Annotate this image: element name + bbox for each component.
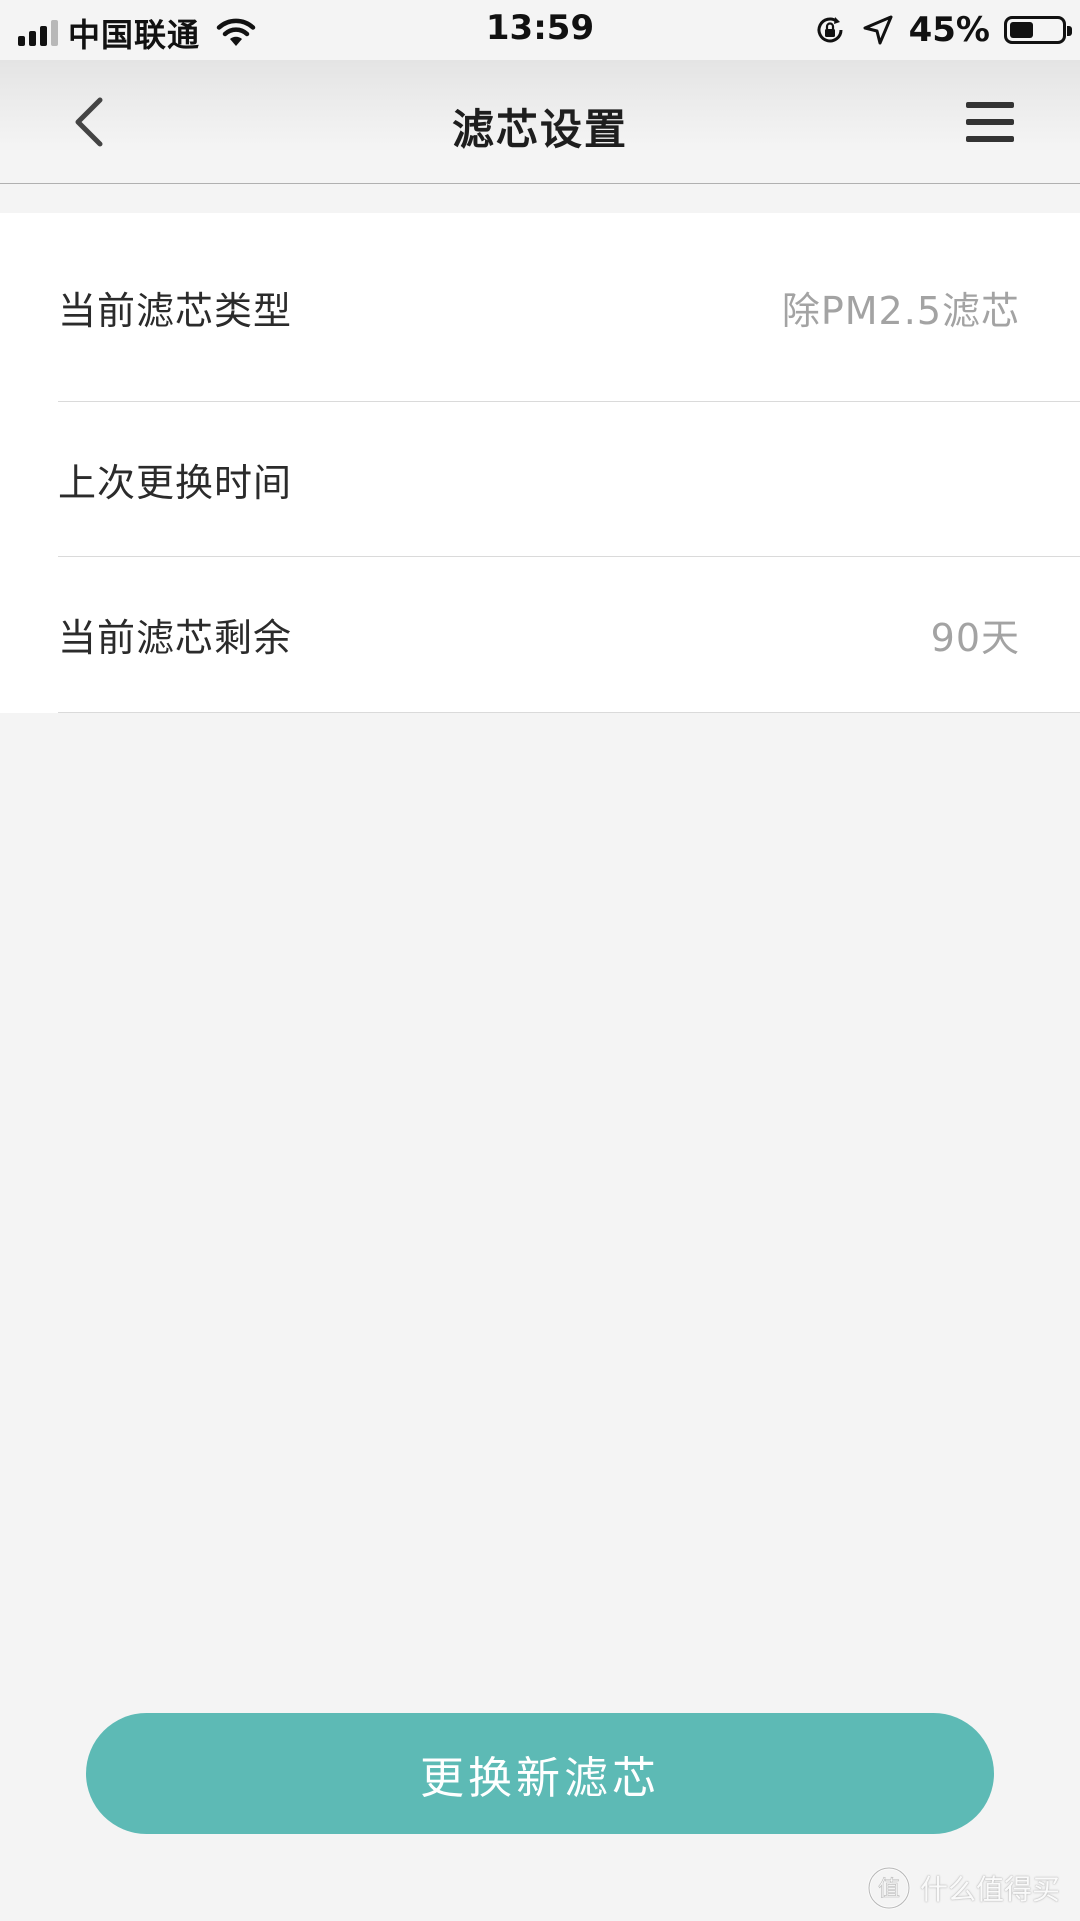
watermark-logo-icon: 值 <box>867 1866 911 1910</box>
status-bar: 中国联通 13:59 45% <box>0 0 1080 60</box>
watermark: 值 什么值得买 <box>866 1865 1060 1911</box>
battery-icon <box>1004 16 1072 44</box>
filter-type-row: 当前滤芯类型 除PM2.5滤芯 <box>58 213 1080 402</box>
filter-remaining-label: 当前滤芯剩余 <box>58 616 293 660</box>
rotation-lock-icon <box>817 17 843 43</box>
last-replaced-row: 上次更换时间 <box>58 402 1080 557</box>
svg-text:值: 值 <box>878 1877 900 1902</box>
battery-fill <box>1010 22 1033 38</box>
hamburger-menu-icon[interactable] <box>966 100 1014 144</box>
filter-type-value: 除PM2.5滤芯 <box>781 288 1020 333</box>
page-title: 滤芯设置 <box>451 105 628 154</box>
replace-filter-button[interactable]: 更换新滤芯 <box>86 1713 994 1834</box>
filter-remaining-value: 90天 <box>930 616 1020 660</box>
last-replaced-label: 上次更换时间 <box>58 460 293 505</box>
filter-settings-list: 当前滤芯类型 除PM2.5滤芯 上次更换时间 当前滤芯剩余 90天 <box>0 213 1080 713</box>
filter-type-label: 当前滤芯类型 <box>58 288 293 333</box>
status-bar-right: 45% <box>813 10 1072 50</box>
filter-remaining-row: 当前滤芯剩余 90天 <box>58 557 1080 713</box>
nav-bar: 滤芯设置 <box>0 60 1080 184</box>
location-icon <box>863 15 893 45</box>
watermark-text: 什么值得买 <box>919 1873 1060 1906</box>
battery-percent: 45% <box>908 10 990 50</box>
